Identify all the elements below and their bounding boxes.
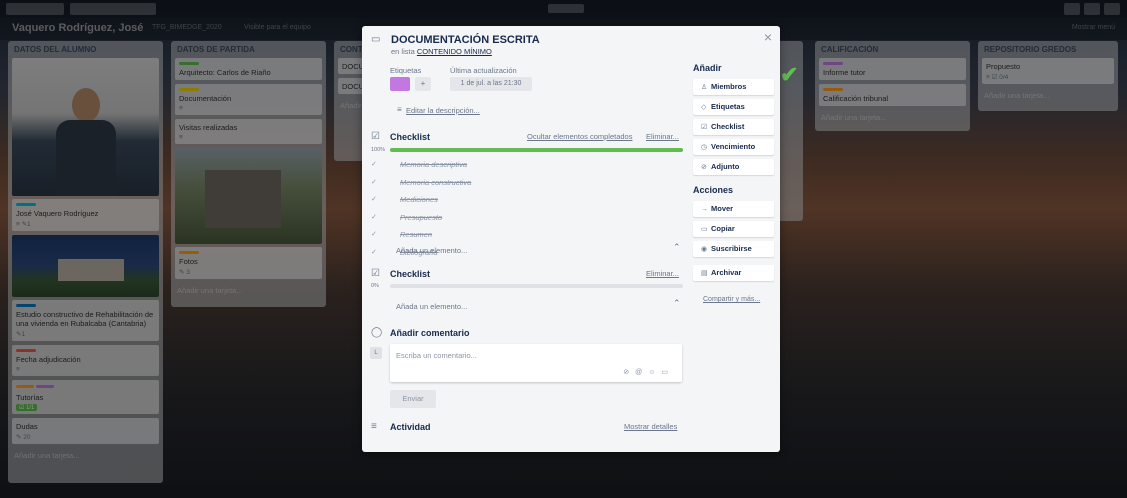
button-label: Checklist — [711, 122, 745, 131]
activity-icon: ≡ — [371, 421, 377, 432]
actions-heading: Acciones — [693, 185, 734, 195]
check-icon[interactable]: ✓ — [371, 244, 377, 261]
card-title[interactable]: DOCUMENTACIÓN ESCRITA — [391, 34, 540, 46]
close-icon[interactable]: × — [764, 29, 772, 45]
comment-input[interactable]: Escriba un comentario... ⊘@☺▭ — [390, 344, 682, 382]
checklist-item[interactable]: ✓ Mediciones — [371, 191, 683, 208]
checklist-item[interactable]: ✓ Presupuesto — [371, 209, 683, 226]
comment-placeholder: Escriba un comentario... — [396, 351, 477, 360]
card-link-icon[interactable]: ▭ — [661, 369, 674, 376]
check-icon[interactable]: ✓ — [371, 226, 377, 243]
card-list-info: en lista CONTENIDO MÍNIMO — [391, 47, 492, 56]
in-list-prefix: en lista — [391, 47, 415, 56]
share-more-link[interactable]: Compartir y más... — [703, 296, 760, 303]
add-item-link[interactable]: Añada un elemento... — [396, 246, 467, 255]
add-label-button[interactable]: + — [415, 77, 431, 91]
due-date-button[interactable]: ◷ Vencimiento — [693, 139, 774, 155]
checklist-progress-fill — [390, 148, 683, 152]
archive-button[interactable]: ▤ Archivar — [693, 265, 774, 281]
description-icon: ≡ — [397, 105, 402, 114]
add-heading: Añadir — [693, 63, 722, 73]
delete-checklist-link[interactable]: Eliminar... — [646, 269, 679, 278]
copy-icon: ▭ — [701, 226, 708, 233]
delete-checklist-link[interactable]: Eliminar... — [646, 132, 679, 141]
checklist-item-label: Memoria constructiva — [400, 177, 472, 187]
comment-tools: ⊘@☺▭ — [623, 368, 674, 376]
emoji-icon[interactable]: ☺ — [648, 369, 661, 376]
copy-button[interactable]: ▭ Copiar — [693, 221, 774, 237]
labels-button[interactable]: ◇ Etiquetas — [693, 99, 774, 115]
card-icon: ▭ — [371, 34, 381, 45]
last-update-heading: Última actualización — [450, 66, 517, 75]
show-details-link[interactable]: Mostrar detalles — [624, 422, 677, 431]
checklist-percent: 100% — [371, 147, 386, 153]
check-icon[interactable]: ✓ — [371, 209, 377, 226]
archive-icon: ▤ — [701, 270, 708, 277]
last-update-value[interactable]: 1 de jul. a las 21:30 — [450, 77, 532, 91]
checklist-title[interactable]: Checklist — [390, 132, 430, 142]
activity-title: Actividad — [390, 422, 431, 432]
edit-description-link[interactable]: Editar la descripción... — [406, 106, 480, 115]
hide-completed-link[interactable]: Ocultar elementos completados — [527, 132, 632, 141]
checkbox-icon: ☑ — [701, 124, 708, 131]
clock-icon: ◷ — [701, 144, 708, 151]
checklist-icon: ☑ — [371, 268, 380, 279]
check-icon: ✔ — [780, 62, 799, 87]
card-detail-modal: × ▭ DOCUMENTACIÓN ESCRITA en lista CONTE… — [362, 26, 780, 452]
eye-icon: ◉ — [701, 246, 708, 253]
checklist-button[interactable]: ☑ Checklist — [693, 119, 774, 135]
comment-icon: ◯ — [371, 327, 383, 338]
arrow-right-icon: → — [701, 206, 708, 213]
checklist-progress-bar — [390, 284, 683, 288]
move-button[interactable]: → Mover — [693, 201, 774, 217]
add-item-link[interactable]: Añada un elemento... — [396, 302, 467, 311]
tag-icon: ◇ — [701, 104, 707, 111]
labels-heading: Etiquetas — [390, 66, 422, 75]
checklist-item[interactable]: ✓ Resumen — [371, 226, 683, 243]
button-label: Archivar — [711, 268, 742, 277]
button-label: Suscribirse — [711, 244, 752, 253]
check-icon[interactable]: ✓ — [371, 191, 377, 208]
button-label: Copiar — [711, 224, 735, 233]
label-swatch[interactable] — [390, 77, 410, 91]
subscribe-button[interactable]: ◉ Suscribirse — [693, 241, 774, 257]
members-button[interactable]: ♙ Miembros — [693, 79, 774, 95]
avatar[interactable]: L — [370, 347, 382, 359]
attach-icon[interactable]: ⊘ — [623, 369, 635, 376]
chevron-updown-icon[interactable]: ⌃ — [673, 298, 681, 309]
mention-icon[interactable]: @ — [635, 369, 648, 376]
check-icon[interactable]: ✓ — [371, 174, 377, 191]
checklist-item-label: Memoria descriptiva — [400, 160, 468, 169]
list-link[interactable]: CONTENIDO MÍNIMO — [417, 47, 492, 56]
checklist-item-label: Mediciones — [400, 195, 438, 204]
person-icon: ♙ — [701, 84, 708, 91]
chevron-updown-icon[interactable]: ⌃ — [673, 242, 681, 253]
button-label: Mover — [711, 204, 734, 213]
button-label: Miembros — [711, 82, 747, 91]
checklist-percent: 0% — [371, 283, 379, 289]
check-icon[interactable]: ✓ — [371, 156, 377, 173]
checklist-item[interactable]: ✓ Memoria constructiva — [371, 174, 683, 191]
attachment-button[interactable]: ⊘ Adjunto — [693, 159, 774, 175]
checklist-item-label: Presupuesto — [400, 212, 443, 222]
send-button[interactable]: Enviar — [390, 390, 436, 408]
checklist-icon: ☑ — [371, 131, 380, 142]
button-label: Adjunto — [711, 162, 740, 171]
checklist-item[interactable]: ✓ Memoria descriptiva — [371, 156, 683, 173]
comment-title: Añadir comentario — [390, 328, 470, 338]
checklist-title[interactable]: Checklist — [390, 269, 430, 279]
checklist-progress-bar — [390, 148, 683, 152]
button-label: Etiquetas — [711, 102, 745, 111]
button-label: Vencimiento — [711, 142, 756, 151]
checklist-item-label: Resumen — [400, 230, 433, 239]
paperclip-icon: ⊘ — [701, 164, 707, 171]
